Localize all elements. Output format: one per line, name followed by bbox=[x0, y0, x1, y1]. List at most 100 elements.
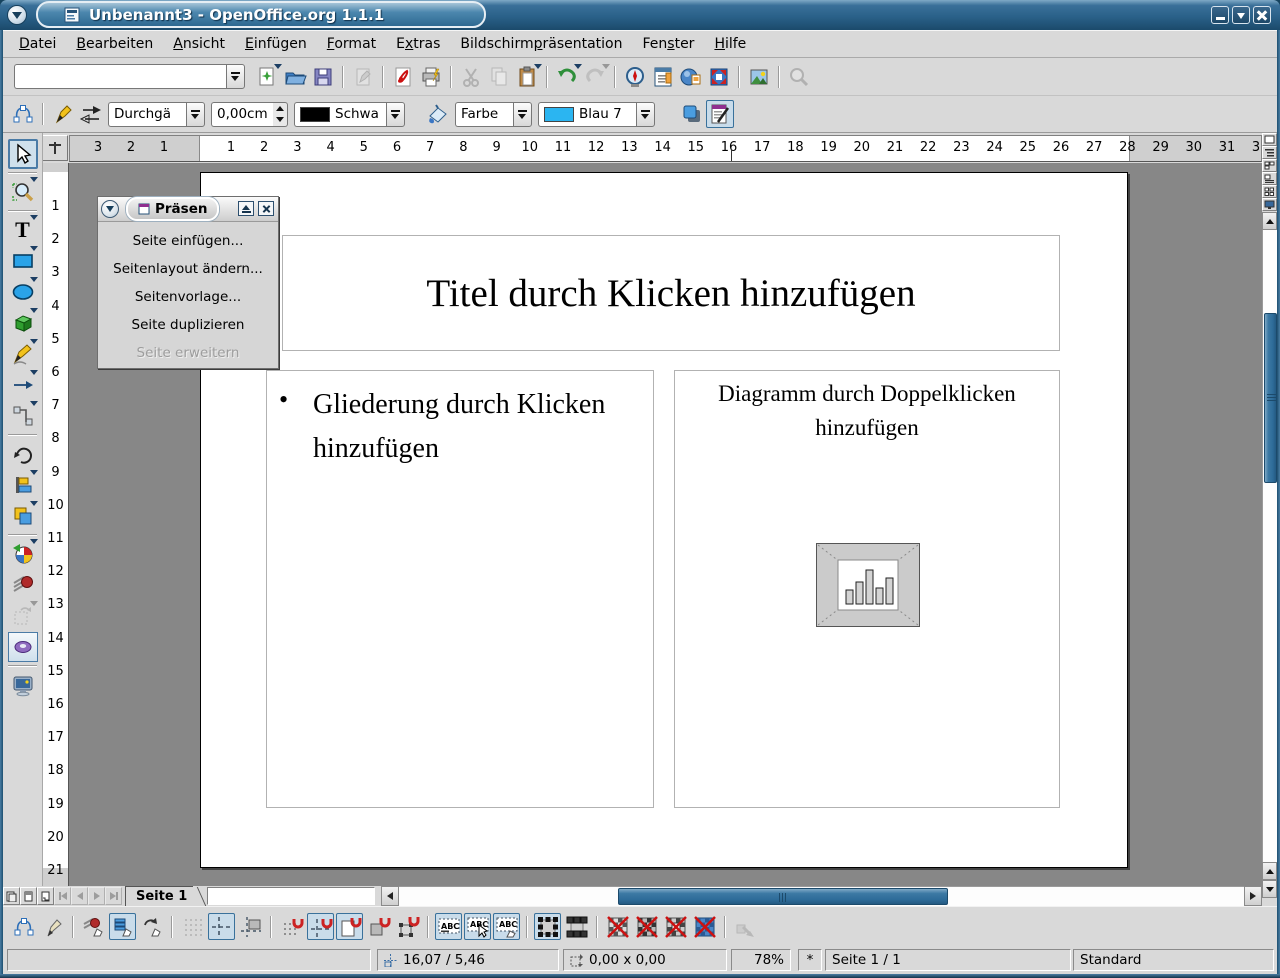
status-position-field[interactable]: 16,07 / 5,46 bbox=[377, 949, 559, 971]
open-document-button[interactable] bbox=[281, 63, 309, 91]
undo-button[interactable] bbox=[553, 63, 581, 91]
picture-placeholder-button[interactable] bbox=[604, 913, 631, 940]
ruler-corner[interactable] bbox=[42, 135, 68, 161]
arrow-style-button[interactable] bbox=[77, 100, 105, 128]
menu-format[interactable]: Format bbox=[317, 33, 386, 55]
paste-button[interactable] bbox=[513, 63, 541, 91]
shadow-button[interactable] bbox=[678, 100, 706, 128]
select-tool-button[interactable] bbox=[8, 139, 38, 169]
line-color-dropdown[interactable] bbox=[386, 102, 405, 127]
menu-bildschirmpräsentation[interactable]: Bildschirmpräsentation bbox=[450, 33, 632, 55]
gallery-button[interactable] bbox=[677, 63, 705, 91]
3d-objects-tool-button[interactable] bbox=[8, 308, 38, 338]
3d-controller-button[interactable] bbox=[8, 632, 38, 662]
export-pdf-button[interactable] bbox=[389, 63, 417, 91]
simple-handles-button[interactable] bbox=[534, 913, 561, 940]
palette-item-seitenlayout-ändern[interactable]: Seitenlayout ändern... bbox=[98, 255, 278, 283]
snap-to-object-points-button[interactable] bbox=[394, 913, 421, 940]
palette-menu-button[interactable] bbox=[101, 200, 119, 218]
horizontal-scrollbar-track[interactable] bbox=[399, 886, 1244, 906]
presentation-box-toggle[interactable] bbox=[706, 100, 734, 128]
workspace[interactable]: Titel durch Klicken hinzufügen • Glieder… bbox=[69, 163, 1262, 886]
fine-contour-button[interactable] bbox=[691, 913, 718, 940]
menu-einfügen[interactable]: Einfügen bbox=[235, 33, 317, 55]
drawing-view-button[interactable] bbox=[1262, 133, 1277, 146]
palette-item-seite-duplizieren[interactable]: Seite duplizieren bbox=[98, 311, 278, 339]
titlebar-tab[interactable]: Unbenannt3 - OpenOffice.org 1.1.1 bbox=[36, 1, 486, 28]
start-slide-show-button[interactable] bbox=[1262, 198, 1277, 211]
notes-view-button[interactable] bbox=[1262, 172, 1277, 185]
status-modified-field[interactable]: * bbox=[798, 949, 822, 971]
curve-tool-button[interactable] bbox=[8, 339, 38, 369]
edit-points-button[interactable] bbox=[9, 100, 37, 128]
large-handles-button[interactable] bbox=[563, 913, 590, 940]
allow-interaction-button[interactable] bbox=[109, 913, 136, 940]
line-style-value[interactable]: Durchgä bbox=[108, 102, 186, 127]
master-mode-button[interactable] bbox=[20, 887, 37, 905]
horizontal-ruler[interactable]: 3211234567891011121314151617181920212223… bbox=[42, 133, 1262, 163]
save-document-button[interactable] bbox=[309, 63, 337, 91]
handout-view-button[interactable] bbox=[1262, 185, 1277, 198]
line-width-value[interactable]: 0,00cm bbox=[211, 102, 273, 127]
palette-titlebar[interactable]: Präsen bbox=[98, 197, 278, 222]
area-style-button[interactable] bbox=[424, 100, 452, 128]
palette-item-seite-einfügen[interactable]: Seite einfügen... bbox=[98, 227, 278, 255]
outline-placeholder[interactable]: • Gliederung durch Klicken hinzufügen bbox=[266, 370, 654, 808]
navigator-button[interactable] bbox=[649, 63, 677, 91]
new-document-button[interactable] bbox=[253, 63, 281, 91]
vertical-scrollbar-thumb[interactable] bbox=[1264, 313, 1277, 483]
menu-fenster[interactable]: Fenster bbox=[633, 33, 705, 55]
print-file-button[interactable] bbox=[417, 63, 445, 91]
contour-only-button[interactable] bbox=[662, 913, 689, 940]
status-size-field[interactable]: 0,00 x 0,00 bbox=[563, 949, 727, 971]
helplines-visible-button[interactable] bbox=[208, 913, 235, 940]
allow-effects-button[interactable] bbox=[80, 913, 107, 940]
text-placeholder-button[interactable] bbox=[633, 913, 660, 940]
outline-view-button[interactable] bbox=[1262, 146, 1277, 159]
status-style-field[interactable]: Standard bbox=[1073, 949, 1274, 971]
page-tab-seite-1[interactable]: Seite 1 bbox=[125, 886, 193, 906]
spin-down-button[interactable] bbox=[273, 114, 287, 126]
fill-type-value[interactable]: Farbe bbox=[455, 102, 513, 127]
allow-rotation-button[interactable] bbox=[138, 913, 165, 940]
select-text-area-only-button[interactable]: ABC bbox=[464, 913, 491, 940]
alignment-tool-button[interactable] bbox=[8, 470, 38, 500]
snap-to-object-border-button[interactable] bbox=[365, 913, 392, 940]
scroll-left-button[interactable] bbox=[381, 886, 399, 906]
url-dropdown-button[interactable] bbox=[226, 64, 245, 89]
scroll-down-button[interactable] bbox=[1262, 880, 1277, 898]
insert-tool-button[interactable] bbox=[8, 539, 38, 569]
palette-close-button[interactable] bbox=[258, 201, 274, 216]
spin-up-button[interactable] bbox=[273, 103, 287, 115]
minimize-button[interactable] bbox=[1211, 6, 1229, 24]
snap-to-margins-button[interactable] bbox=[336, 913, 363, 940]
scroll-up-button[interactable] bbox=[1262, 212, 1277, 230]
line-style-dropdown[interactable] bbox=[186, 102, 205, 127]
zoom-tool-button[interactable] bbox=[8, 177, 38, 207]
hyperlink-dialog-button[interactable] bbox=[621, 63, 649, 91]
menu-bearbeiten[interactable]: Bearbeiten bbox=[66, 33, 163, 55]
ellipse-tool-button[interactable] bbox=[8, 277, 38, 307]
line-tool-button[interactable] bbox=[49, 100, 77, 128]
fill-color-value[interactable]: Blau 7 bbox=[538, 102, 636, 127]
palette-item-seitenvorlage[interactable]: Seitenvorlage... bbox=[98, 283, 278, 311]
edit-glue-points-button[interactable] bbox=[39, 913, 66, 940]
text-tool-button[interactable]: T bbox=[8, 215, 38, 245]
close-button[interactable] bbox=[1253, 6, 1271, 24]
horizontal-scrollbar-thumb[interactable] bbox=[618, 888, 948, 905]
snap-to-helplines-button[interactable] bbox=[307, 913, 334, 940]
edit-points-mode-button[interactable] bbox=[10, 913, 37, 940]
window-menu-button[interactable] bbox=[7, 5, 27, 25]
menu-hilfe[interactable]: Hilfe bbox=[704, 33, 756, 55]
layer-mode-button[interactable] bbox=[37, 887, 54, 905]
menu-extras[interactable]: Extras bbox=[386, 33, 450, 55]
menu-ansicht[interactable]: Ansicht bbox=[163, 33, 235, 55]
rectangle-tool-button[interactable] bbox=[8, 246, 38, 276]
interaction-tool-button[interactable] bbox=[8, 570, 38, 600]
lines-arrows-tool-button[interactable] bbox=[8, 370, 38, 400]
slide-show-button[interactable] bbox=[8, 670, 38, 700]
page-mode-button[interactable] bbox=[3, 887, 20, 905]
line-color-value[interactable]: Schwa bbox=[294, 102, 386, 127]
maximize-button[interactable] bbox=[1232, 6, 1250, 24]
insert-graphics-button[interactable] bbox=[745, 63, 773, 91]
